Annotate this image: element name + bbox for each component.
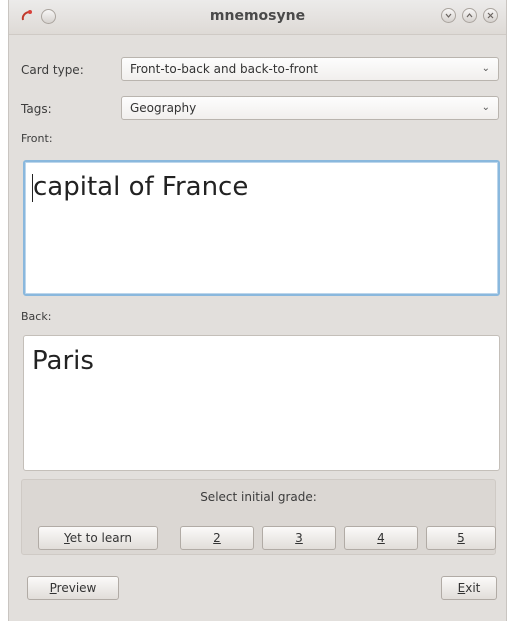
back-text: Paris — [32, 346, 94, 376]
minimize-icon[interactable] — [441, 8, 456, 23]
yet-to-learn-button[interactable]: Yet to learn — [38, 526, 158, 550]
window-title: mnemosyne — [209, 8, 306, 24]
back-text-field[interactable]: Paris — [23, 335, 500, 471]
chevron-down-icon: ⌄ — [481, 102, 490, 113]
title-bar[interactable]: mnemosyne — [9, 0, 506, 35]
front-text: capital of France — [33, 172, 249, 202]
grade-panel: Select initial grade: Yet to learn 2 3 4… — [21, 479, 496, 555]
tags-select[interactable]: Geography ⌄ — [121, 96, 499, 120]
grade-4-button[interactable]: 4 — [344, 526, 418, 550]
tags-label: Tags: — [21, 102, 52, 116]
window-controls — [441, 8, 498, 23]
tags-value: Geography — [130, 101, 197, 115]
card-type-value: Front-to-back and back-to-front — [130, 62, 318, 76]
card-type-select[interactable]: Front-to-back and back-to-front ⌄ — [121, 57, 499, 81]
preview-button[interactable]: Preview — [27, 576, 119, 600]
exit-button[interactable]: Exit — [441, 576, 497, 600]
maximize-icon[interactable] — [462, 8, 477, 23]
grade-3-button[interactable]: 3 — [262, 526, 336, 550]
grade-5-button[interactable]: 5 — [426, 526, 496, 550]
card-type-label: Card type: — [21, 63, 84, 77]
front-label: Front: — [21, 132, 53, 145]
close-icon[interactable] — [483, 8, 498, 23]
add-cards-dialog: mnemosyne Card type: Front-to-back and b… — [8, 0, 507, 621]
grade-2-button[interactable]: 2 — [180, 526, 254, 550]
grade-panel-title: Select initial grade: — [200, 490, 317, 504]
front-text-field[interactable]: capital of France — [23, 160, 500, 296]
back-label: Back: — [21, 310, 52, 323]
chevron-down-icon: ⌄ — [481, 63, 490, 74]
